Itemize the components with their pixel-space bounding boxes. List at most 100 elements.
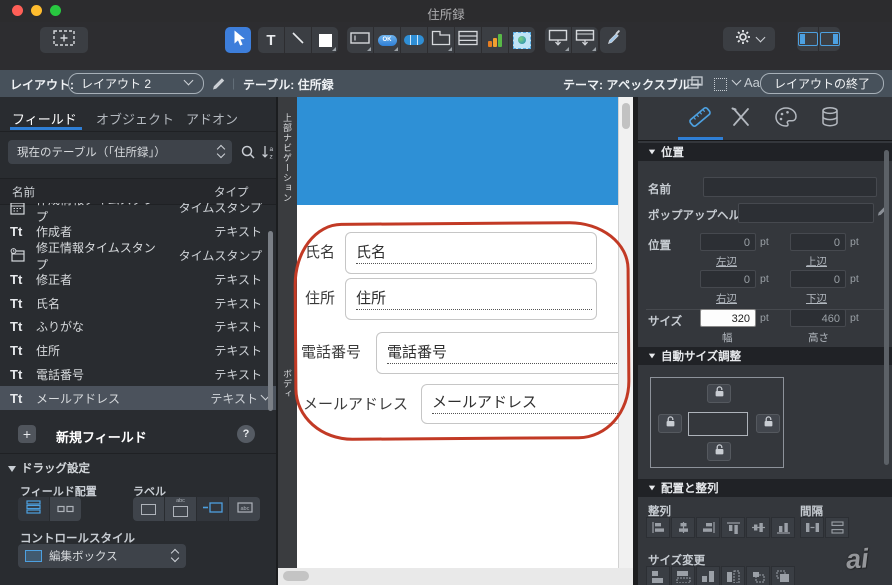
field-row[interactable]: Tt 電話番号 テキスト: [0, 363, 276, 387]
popup-help-input[interactable]: [738, 203, 874, 223]
align-center-h-button[interactable]: [671, 517, 695, 538]
format-painter-button[interactable]: [600, 27, 626, 53]
resize-largest-both-button[interactable]: [771, 566, 795, 585]
lock-top-button[interactable]: [707, 384, 731, 403]
label-none-button[interactable]: [133, 497, 164, 521]
label-inside-button[interactable]: abc: [229, 497, 260, 521]
right-edge-label[interactable]: 右辺: [716, 291, 737, 306]
align-right-button[interactable]: [696, 517, 720, 538]
inspector-scrollbar[interactable]: [884, 150, 889, 465]
table-selector[interactable]: 現在のテーブル（「住所録」）: [8, 140, 232, 164]
position-section-header[interactable]: 位置: [638, 143, 892, 161]
button-bar-tool-button[interactable]: [401, 27, 427, 53]
shape-tool-button[interactable]: [312, 27, 338, 53]
body-part-label[interactable]: ボディ: [281, 369, 294, 399]
top-navigation-part[interactable]: [297, 97, 618, 205]
type-column-header[interactable]: タイプ: [214, 184, 249, 200]
align-middle-v-button[interactable]: [746, 517, 770, 538]
tab-styles[interactable]: [766, 105, 806, 133]
tab-objects[interactable]: オブジェクト: [96, 109, 174, 128]
drag-settings-header[interactable]: ドラッグ設定: [8, 460, 90, 476]
field-row[interactable]: 修正情報タイムスタンプ タイムスタンプ: [0, 244, 276, 268]
control-style-selector[interactable]: 編集ボックス: [18, 544, 186, 568]
label-above-button[interactable]: abc: [165, 497, 196, 521]
tab-position[interactable]: [680, 105, 720, 133]
object-name-input[interactable]: [703, 177, 877, 197]
canvas-horizontal-scrollbar[interactable]: [278, 568, 633, 585]
toggle-right-panel-button[interactable]: [819, 27, 840, 51]
field-row[interactable]: Tt 氏名 テキスト: [0, 291, 276, 315]
resize-smallest-height-button[interactable]: [696, 566, 720, 585]
new-layout-report-button[interactable]: [40, 27, 88, 53]
exit-layout-button[interactable]: レイアウトの終了: [760, 73, 884, 94]
tab-data[interactable]: [810, 105, 850, 133]
field-row-selected[interactable]: Tt メールアドレス テキスト: [0, 386, 276, 410]
height-input[interactable]: 460: [790, 309, 846, 327]
manage-button[interactable]: [723, 27, 775, 51]
lock-left-button[interactable]: [658, 414, 682, 433]
autosize-section-header[interactable]: 自動サイズ調整: [638, 347, 892, 365]
toggle-left-panel-button[interactable]: [797, 27, 818, 51]
chart-tool-button[interactable]: [482, 27, 508, 53]
width-input[interactable]: 320: [700, 309, 756, 327]
top-navigation-part-label[interactable]: 上部ナビゲーション: [281, 113, 294, 203]
field-row[interactable]: Tt 修正者 テキスト: [0, 267, 276, 291]
space-vertical-button[interactable]: [825, 517, 849, 538]
canvas-field-label[interactable]: 住所: [305, 287, 335, 308]
top-edge-label[interactable]: 上辺: [806, 254, 827, 269]
canvas-field-box-mail[interactable]: メールアドレス: [421, 384, 618, 424]
field-row[interactable]: Tt 住所 テキスト: [0, 339, 276, 363]
align-bottom-button[interactable]: [771, 517, 795, 538]
name-column-header[interactable]: 名前: [12, 184, 35, 200]
canvas-field-label[interactable]: 電話番号: [301, 341, 361, 362]
tab-appearance[interactable]: [721, 105, 761, 133]
align-top-button[interactable]: [721, 517, 745, 538]
layout-selector[interactable]: レイアウト 2: [68, 73, 204, 94]
placement-horizontal-button[interactable]: [50, 497, 81, 521]
canvas-field-box-shimei[interactable]: 氏名: [345, 232, 597, 274]
tab-fields[interactable]: フィールド: [12, 109, 77, 128]
space-horizontal-button[interactable]: [800, 517, 824, 538]
resize-smallest-both-button[interactable]: [746, 566, 770, 585]
button-tool-button[interactable]: OK: [374, 27, 400, 53]
lock-bottom-button[interactable]: [707, 442, 731, 461]
theme-info[interactable]: テーマ: アペックスブルー: [563, 76, 702, 93]
chevron-down-icon[interactable]: [732, 76, 742, 86]
pointer-tool-button[interactable]: [225, 27, 251, 53]
layout-canvas[interactable]: 氏名 氏名 住所 住所 電話番号 電話番号 メールアドレス メールアドレス: [297, 97, 618, 568]
line-tool-button[interactable]: [285, 27, 311, 53]
resize-smallest-width-button[interactable]: [646, 566, 670, 585]
canvas-vertical-scrollbar[interactable]: [618, 97, 634, 568]
selection-style-icon[interactable]: [714, 78, 727, 91]
tab-addons[interactable]: アドオン: [186, 109, 238, 128]
search-icon[interactable]: [240, 144, 256, 165]
field-picker-button[interactable]: [545, 27, 571, 53]
lock-right-button[interactable]: [756, 414, 780, 433]
field-list-scrollbar[interactable]: [268, 231, 273, 411]
canvas-field-label[interactable]: メールアドレス: [303, 393, 408, 414]
part-tool-button[interactable]: [572, 27, 598, 53]
canvas-field-box-jusho[interactable]: 住所: [345, 278, 597, 320]
portal-tool-button[interactable]: [455, 27, 481, 53]
scrollbar-thumb[interactable]: [622, 103, 630, 129]
position-right-input[interactable]: 0: [700, 270, 756, 288]
scrollbar-thumb[interactable]: [283, 571, 309, 581]
position-top-input[interactable]: 0: [790, 233, 846, 251]
new-field-label[interactable]: 新規フィールド: [56, 427, 147, 446]
add-field-button[interactable]: +: [18, 425, 36, 443]
help-button[interactable]: ?: [237, 425, 255, 443]
field-row[interactable]: Tt ふりがな テキスト: [0, 315, 276, 339]
tab-control-tool-button[interactable]: [428, 27, 454, 53]
position-bottom-input[interactable]: 0: [790, 270, 846, 288]
canvas-field-label[interactable]: 氏名: [305, 241, 335, 262]
field-row[interactable]: 作成情報タイムスタンプ タイムスタンプ: [0, 203, 276, 220]
arrange-section-header[interactable]: 配置と整列: [638, 479, 892, 497]
canvas-field-box-denwa[interactable]: 電話番号: [376, 332, 618, 374]
bottom-edge-label[interactable]: 下辺: [806, 291, 827, 306]
left-edge-label[interactable]: 左辺: [716, 254, 737, 269]
placement-vertical-button[interactable]: [18, 497, 49, 521]
position-left-input[interactable]: 0: [700, 233, 756, 251]
resize-largest-height-button[interactable]: [721, 566, 745, 585]
resize-largest-width-button[interactable]: [671, 566, 695, 585]
edit-layout-name-button[interactable]: [211, 76, 226, 94]
